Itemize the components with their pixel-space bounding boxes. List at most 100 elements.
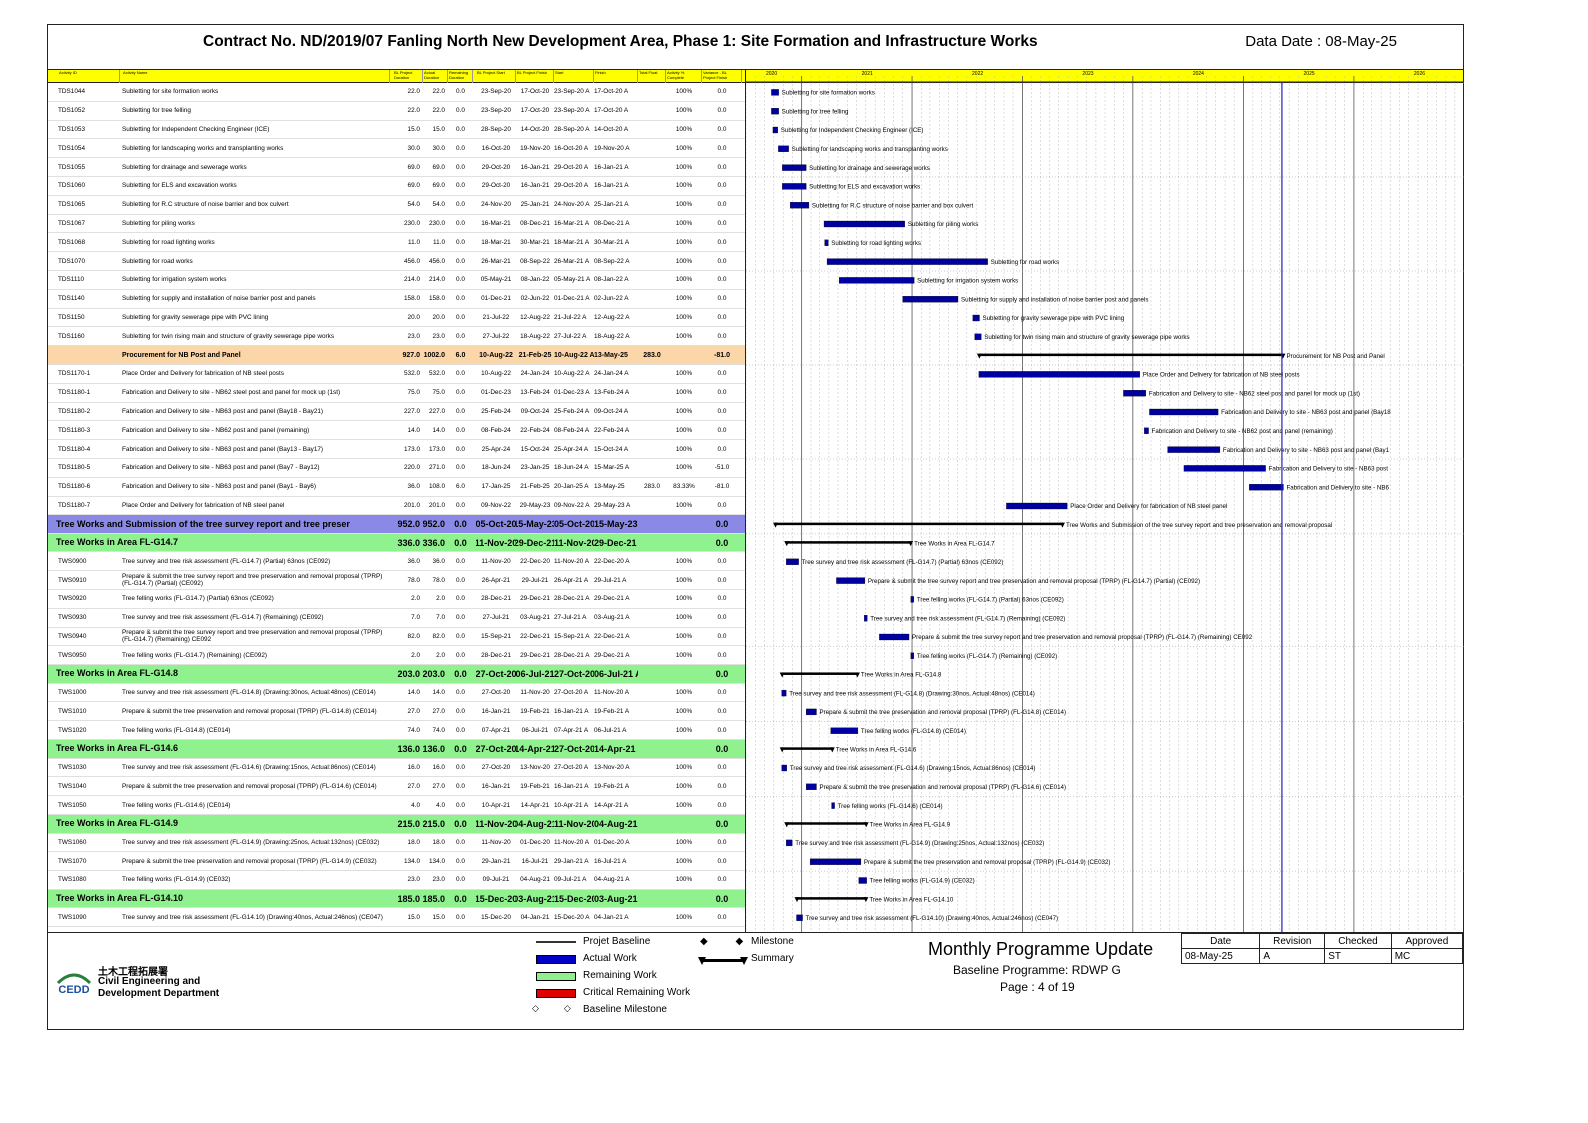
actual-bar[interactable] — [806, 708, 817, 716]
activity-row[interactable]: TDS1180-5 Fabrication and Delivery to sit… — [48, 459, 745, 478]
activity-row[interactable]: TDS1054 Subletting for landscaping works … — [48, 139, 745, 159]
actual-bar[interactable] — [1167, 446, 1221, 453]
activity-row[interactable]: TWS1070 Prepare & submit the tree preserv… — [48, 852, 745, 872]
bar-label: Subletting for gravity sewerage pipe wit… — [982, 315, 1124, 322]
activity-row[interactable]: TDS1055 Subletting for drainage and sewer… — [48, 158, 745, 177]
activity-row[interactable]: TDS1180-1 Fabrication and Delivery to sit… — [48, 384, 745, 403]
actual-bar[interactable] — [778, 145, 789, 152]
actual-bar[interactable] — [809, 858, 862, 865]
actual-bar[interactable] — [771, 108, 779, 115]
summary-row[interactable]: Procurement for NB Post and Panel 927.0 10… — [48, 346, 745, 365]
bl-finish: 13-Nov-20 — [520, 763, 550, 771]
actual-bar[interactable] — [902, 296, 959, 303]
activity-row[interactable]: TDS1180-6 Fabrication and Delivery to sit… — [48, 478, 745, 497]
activity-row[interactable]: TWS1030 Tree survey and tree risk assessm… — [48, 759, 745, 778]
activity-row[interactable]: TWS1020 Tree felling works (FL-G14.8) (CE… — [48, 721, 745, 741]
actual-bar[interactable] — [978, 371, 1140, 378]
activity-row[interactable]: TDS1052 Subletting for tree felling 22.0 22… — [48, 102, 745, 121]
actual-bar[interactable] — [864, 615, 868, 622]
activity-row[interactable]: TWS0940 Prepare & submit the tree survey … — [48, 628, 745, 647]
actual-bar[interactable] — [972, 314, 980, 322]
activity-row[interactable]: TDS1060 Subletting for ELS and excavation… — [48, 177, 745, 196]
summary-bar[interactable] — [773, 522, 1065, 528]
summary-bar[interactable] — [779, 747, 835, 753]
actual-bar[interactable] — [781, 689, 787, 697]
activity-row[interactable]: TDS1180-2 Fabrication and Delivery to sit… — [48, 403, 745, 422]
activity-row[interactable]: TDS1110 Subletting for irrigation system … — [48, 271, 745, 290]
actual-bar[interactable] — [839, 277, 915, 284]
actual-bar[interactable] — [910, 596, 914, 603]
remaining-duration: 6.0 — [455, 351, 466, 359]
activity-name: Subletting for road lighting works — [122, 238, 215, 246]
activity-row[interactable]: TWS1090 Tree survey and tree risk assessm… — [48, 908, 745, 928]
actual-bar[interactable] — [790, 202, 810, 209]
summary-bar[interactable] — [779, 672, 860, 678]
summary-bar[interactable] — [976, 353, 1286, 359]
actual-bar[interactable] — [823, 220, 905, 228]
activity-row[interactable]: TDS1068 Subletting for road lighting work… — [48, 233, 745, 253]
actual-bar[interactable] — [858, 877, 867, 884]
actual-bar[interactable] — [1144, 427, 1149, 434]
actual-bar[interactable] — [796, 914, 803, 921]
variance: 0.0 — [715, 519, 729, 530]
actual-bar[interactable] — [1183, 465, 1266, 472]
actual-bar[interactable] — [1149, 408, 1219, 416]
bl-start: 26-Apr-21 — [481, 576, 511, 584]
activity-row[interactable]: TDS1180-4 Fabrication and Delivery to sit… — [48, 440, 745, 459]
activity-row[interactable]: TWS1060 Tree survey and tree risk assessm… — [48, 834, 745, 853]
activity-row[interactable]: TDS1150 Subletting for gravity sewerage p… — [48, 309, 745, 328]
bl-duration: 185.0 — [397, 893, 420, 904]
actual-bar[interactable] — [786, 558, 799, 565]
activity-row[interactable]: TWS1040 Prepare & submit the tree preserv… — [48, 777, 745, 797]
summary-row[interactable]: Tree Works and Submission of the tree su… — [48, 515, 745, 534]
actual-bar[interactable] — [830, 727, 859, 734]
actual-bar[interactable] — [879, 633, 910, 641]
summary-row[interactable]: Tree Works in Area FL-G14.10 185.0 185.0 0.… — [48, 889, 745, 909]
activity-row[interactable]: TWS1010 Prepare & submit the tree preserv… — [48, 703, 745, 722]
actual-bar[interactable] — [1123, 390, 1146, 397]
actual-bar[interactable] — [782, 183, 807, 190]
actual-bar[interactable] — [974, 333, 982, 340]
summary-row[interactable]: Tree Works in Area FL-G14.6 136.0 136.0 0.0… — [48, 740, 745, 759]
actual-bar[interactable] — [1006, 502, 1068, 510]
activity-row[interactable]: TWS0900 Tree survey and tree risk assessm… — [48, 552, 745, 572]
activity-row[interactable]: TDS1180-7 Place Order and Delivery for fa… — [48, 497, 745, 516]
activity-row[interactable]: TDS1070 Subletting for road works 456.0 456… — [48, 252, 745, 271]
summary-bar[interactable] — [794, 897, 869, 903]
actual-bar[interactable] — [824, 239, 829, 246]
activity-row[interactable]: TDS1065 Subletting for R.C structure of n… — [48, 196, 745, 215]
activity-row[interactable]: TDS1140 Subletting for supply and install… — [48, 290, 745, 309]
activity-row[interactable]: TWS1050 Tree felling works (FL-G14.6) (CE… — [48, 796, 745, 815]
activity-row[interactable]: TDS1160 Subletting for twin rising main a… — [48, 327, 745, 347]
activity-row[interactable]: TWS1080 Tree felling works (FL-G14.9) (CE… — [48, 871, 745, 890]
activity-row[interactable]: TDS1170-1 Place Order and Delivery for fa… — [48, 365, 745, 384]
actual-bar[interactable] — [836, 577, 866, 584]
actual-bar[interactable] — [831, 802, 835, 809]
activity-row[interactable]: TWS1000 Tree survey and tree risk assessm… — [48, 684, 745, 703]
summary-bar[interactable] — [784, 822, 869, 828]
actual-bar[interactable] — [772, 126, 778, 134]
start-date: 29-Oct-20 A — [554, 163, 589, 171]
activity-row[interactable]: TWS0930 Tree survey and tree risk assessm… — [48, 609, 745, 628]
actual-bar[interactable] — [781, 764, 787, 772]
activity-row[interactable]: TWS0920 Tree felling works (FL-G14.7) (Pa… — [48, 590, 745, 609]
actual-bar[interactable] — [910, 652, 914, 659]
activity-row[interactable]: TDS1180-3 Fabrication and Delivery to sit… — [48, 421, 745, 441]
actual-bar[interactable] — [806, 783, 817, 790]
summary-row[interactable]: Tree Works in Area FL-G14.7 336.0 336.0 0.0… — [48, 533, 745, 553]
summary-row[interactable]: Tree Works in Area FL-G14.8 203.0 203.0 0.0… — [48, 665, 745, 684]
activity-row[interactable]: TDS1044 Subletting for site formation wor… — [48, 83, 745, 102]
activity-row[interactable]: TDS1067 Subletting for piling works 230.0 2… — [48, 215, 745, 234]
actual-bar[interactable] — [786, 839, 793, 847]
actual-bar[interactable] — [782, 164, 807, 171]
actual-bar[interactable] — [826, 258, 988, 265]
actual-bar[interactable] — [1249, 484, 1284, 491]
activity-row[interactable]: TWS0950 Tree felling works (FL-G14.7) (Re… — [48, 646, 745, 666]
bar-label: Tree Works in Area FL-G14.10 — [869, 896, 953, 903]
finish-date: 13-Feb-24 A — [594, 389, 630, 397]
summary-row[interactable]: Tree Works in Area FL-G14.9 215.0 215.0 0.0… — [48, 815, 745, 834]
activity-row[interactable]: TWS0910 Prepare & submit the tree survey … — [48, 571, 745, 590]
activity-row[interactable]: TDS1053 Subletting for Independent Checki… — [48, 121, 745, 140]
start-date: 27-Jul-21 A — [554, 614, 587, 622]
actual-bar[interactable] — [771, 89, 779, 96]
